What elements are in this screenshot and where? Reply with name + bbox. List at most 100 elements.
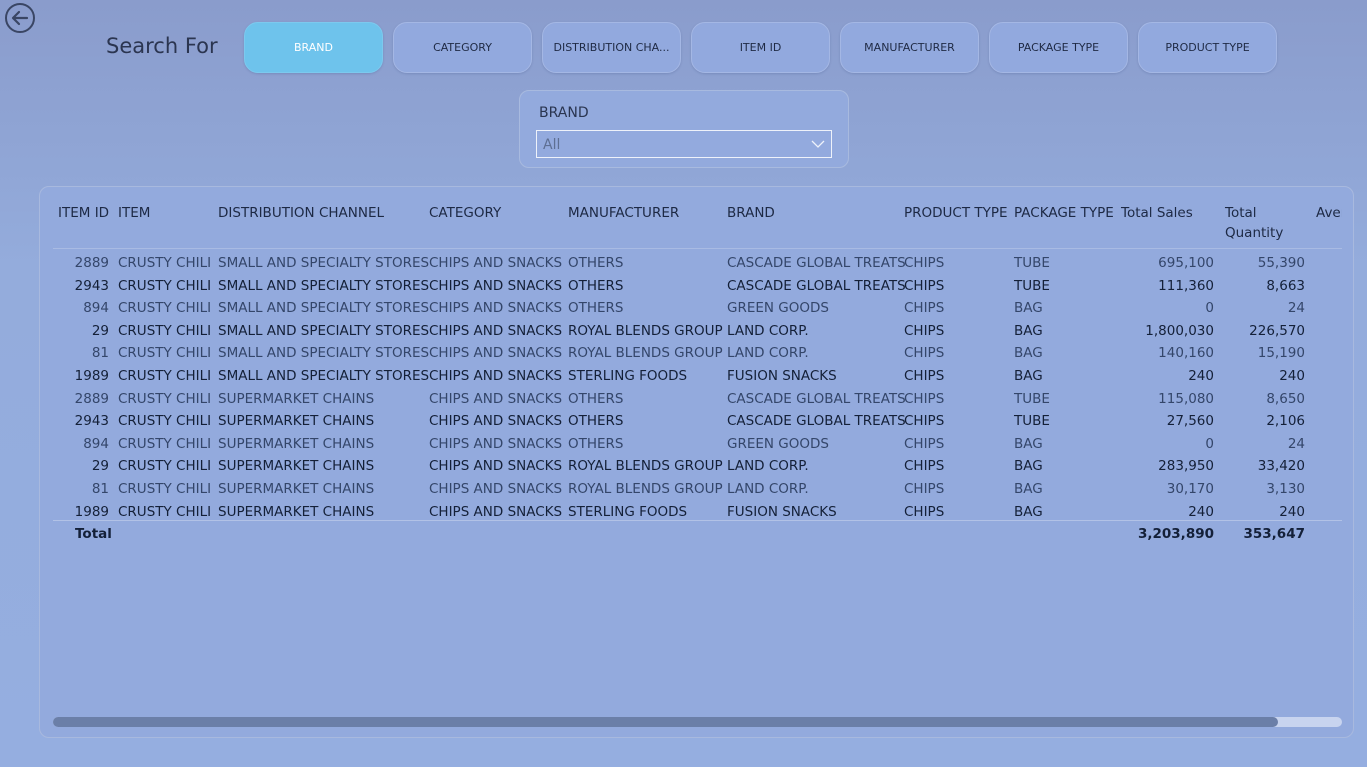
- total-sales-cell: 111,360: [1158, 277, 1214, 294]
- brand-cell: CASCADE GLOBAL TREATS: [727, 255, 906, 271]
- product-type-cell: CHIPS: [904, 255, 945, 271]
- scrollbar-thumb[interactable]: [53, 717, 1278, 727]
- table-row[interactable]: 2889 CRUSTY CHILI SUPERMARKET CHAINS CHIPS …: [53, 388, 1342, 410]
- column-header-item-id[interactable]: ITEM ID: [58, 203, 109, 223]
- column-header-item[interactable]: ITEM: [118, 203, 150, 223]
- item-cell: CRUSTY CHILI: [118, 322, 212, 339]
- distribution-channel-cell: SUPERMARKET CHAINS: [218, 458, 375, 475]
- total-quantity-cell: 8,650: [1266, 390, 1305, 407]
- total-sales-cell: 115,080: [1158, 390, 1214, 407]
- brand-cell: LAND CORP.: [727, 345, 809, 362]
- column-header-total-sales[interactable]: Total Sales: [1121, 203, 1193, 223]
- total-quantity-cell: 24: [1287, 300, 1305, 317]
- manufacturer-cell: STERLING FOODS: [568, 368, 688, 384]
- package-type-cell: TUBE: [1014, 390, 1050, 407]
- column-header-brand[interactable]: BRAND: [727, 203, 775, 223]
- category-cell: CHIPS AND SNACKS: [429, 435, 563, 452]
- filter-button-distribution-cha[interactable]: DISTRIBUTION CHA...: [542, 22, 681, 73]
- product-type-cell: CHIPS: [904, 277, 945, 294]
- package-type-cell: BAG: [1014, 458, 1043, 475]
- slicer-title: BRAND: [539, 105, 589, 121]
- manufacturer-cell: ROYAL BLENDS GROUP: [568, 322, 723, 339]
- filter-button-manufacturer[interactable]: MANUFACTURER: [840, 22, 979, 73]
- brand-cell: FUSION SNACKS: [727, 368, 837, 384]
- package-type-cell: TUBE: [1014, 255, 1050, 271]
- category-cell: CHIPS AND SNACKS: [429, 368, 563, 384]
- filter-button-package-type[interactable]: PACKAGE TYPE: [989, 22, 1128, 73]
- table-row[interactable]: 29 CRUSTY CHILI SMALL AND SPECIALTY STORES…: [53, 320, 1342, 342]
- total-sales-cell: 283,950: [1158, 458, 1214, 475]
- brand-cell: CASCADE GLOBAL TREATS: [727, 413, 906, 430]
- table-row[interactable]: 1989 CRUSTY CHILI SMALL AND SPECIALTY STOR…: [53, 365, 1342, 387]
- table-row[interactable]: 894 CRUSTY CHILI SUPERMARKET CHAINS CHIPS A…: [53, 433, 1342, 455]
- filter-button-item-id[interactable]: ITEM ID: [691, 22, 830, 73]
- search-for-label: Search For: [106, 34, 218, 58]
- total-quantity-cell: 24: [1287, 435, 1305, 452]
- item-id-cell: 2889: [74, 255, 109, 271]
- brand-cell: LAND CORP.: [727, 481, 809, 497]
- product-type-cell: CHIPS: [904, 368, 945, 384]
- item-id-cell: 2943: [74, 277, 109, 294]
- brand-dropdown[interactable]: All: [536, 130, 832, 158]
- header-divider: [53, 248, 1342, 249]
- brand-cell: CASCADE GLOBAL TREATS: [727, 277, 906, 294]
- total-label: Total: [75, 526, 112, 542]
- table-row[interactable]: 894 CRUSTY CHILI SMALL AND SPECIALTY STORE…: [53, 297, 1342, 319]
- table-row[interactable]: 81 CRUSTY CHILI SMALL AND SPECIALTY STORES…: [53, 342, 1342, 364]
- item-cell: CRUSTY CHILI: [118, 390, 212, 407]
- package-type-cell: TUBE: [1014, 413, 1050, 430]
- table-row[interactable]: 2943 CRUSTY CHILI SMALL AND SPECIALTY STOR…: [53, 275, 1342, 297]
- table-row[interactable]: 2889 CRUSTY CHILI SMALL AND SPECIALTY STOR…: [53, 252, 1342, 274]
- column-header-total-quantity[interactable]: Total Quantity: [1225, 203, 1283, 243]
- total-row: Total 3,203,890 353,647: [53, 523, 1342, 545]
- manufacturer-cell: OTHERS: [568, 255, 624, 271]
- column-header-manufacturer[interactable]: MANUFACTURER: [568, 203, 679, 223]
- category-cell: CHIPS AND SNACKS: [429, 458, 563, 475]
- brand-cell: GREEN GOODS: [727, 300, 829, 317]
- item-id-cell: 81: [91, 481, 109, 497]
- column-header-product-type[interactable]: PRODUCT TYPE: [904, 203, 1008, 223]
- category-cell: CHIPS AND SNACKS: [429, 300, 563, 317]
- column-header-package-type[interactable]: PACKAGE TYPE: [1014, 203, 1114, 223]
- table-row[interactable]: 29 CRUSTY CHILI SUPERMARKET CHAINS CHIPS AN…: [53, 455, 1342, 477]
- category-cell: CHIPS AND SNACKS: [429, 481, 563, 497]
- distribution-channel-cell: SUPERMARKET CHAINS: [218, 435, 375, 452]
- item-id-cell: 2889: [74, 390, 109, 407]
- column-header-distribution-channel[interactable]: DISTRIBUTION CHANNEL: [218, 203, 384, 223]
- total-sales-cell: 240: [1188, 368, 1214, 384]
- item-id-cell: 81: [91, 345, 109, 362]
- back-button[interactable]: [4, 2, 36, 34]
- item-id-cell: 2943: [74, 413, 109, 430]
- filter-button-category[interactable]: CATEGORY: [393, 22, 532, 73]
- product-type-cell: CHIPS: [904, 322, 945, 339]
- total-sales-cell: 0: [1205, 435, 1214, 452]
- horizontal-scrollbar[interactable]: [53, 717, 1342, 727]
- filter-button-product-type[interactable]: PRODUCT TYPE: [1138, 22, 1277, 73]
- item-cell: CRUSTY CHILI: [118, 277, 212, 294]
- dropdown-value: All: [543, 137, 561, 153]
- distribution-channel-cell: SMALL AND SPECIALTY STORES: [218, 255, 430, 271]
- table-row[interactable]: 81 CRUSTY CHILI SUPERMARKET CHAINS CHIPS AN…: [53, 478, 1342, 500]
- manufacturer-cell: OTHERS: [568, 413, 624, 430]
- item-id-cell: 894: [83, 300, 109, 317]
- brand-cell: CASCADE GLOBAL TREATS: [727, 390, 906, 407]
- column-header-category[interactable]: CATEGORY: [429, 203, 501, 223]
- total-sales-cell: 1,800,030: [1145, 322, 1214, 339]
- total-sales-cell: 30,170: [1166, 481, 1214, 497]
- filter-button-brand[interactable]: BRAND: [244, 22, 383, 73]
- brand-cell: LAND CORP.: [727, 458, 809, 475]
- category-cell: CHIPS AND SNACKS: [429, 322, 563, 339]
- table-body: ITEM ID ITEM DISTRIBUTION CHANNEL CATEGO…: [53, 187, 1342, 707]
- distribution-channel-cell: SUPERMARKET CHAINS: [218, 413, 375, 430]
- item-cell: CRUSTY CHILI: [118, 255, 212, 271]
- item-cell: CRUSTY CHILI: [118, 481, 212, 497]
- column-header-average[interactable]: Aver: [1316, 203, 1342, 223]
- category-cell: CHIPS AND SNACKS: [429, 277, 563, 294]
- total-sales-cell: 0: [1205, 300, 1214, 317]
- manufacturer-cell: OTHERS: [568, 277, 624, 294]
- brand-cell: GREEN GOODS: [727, 435, 829, 452]
- table-row[interactable]: 2943 CRUSTY CHILI SUPERMARKET CHAINS CHIPS …: [53, 410, 1342, 432]
- total-quantity-cell: 55,390: [1257, 255, 1305, 271]
- package-type-cell: BAG: [1014, 322, 1043, 339]
- total-quantity-cell: 226,570: [1249, 322, 1305, 339]
